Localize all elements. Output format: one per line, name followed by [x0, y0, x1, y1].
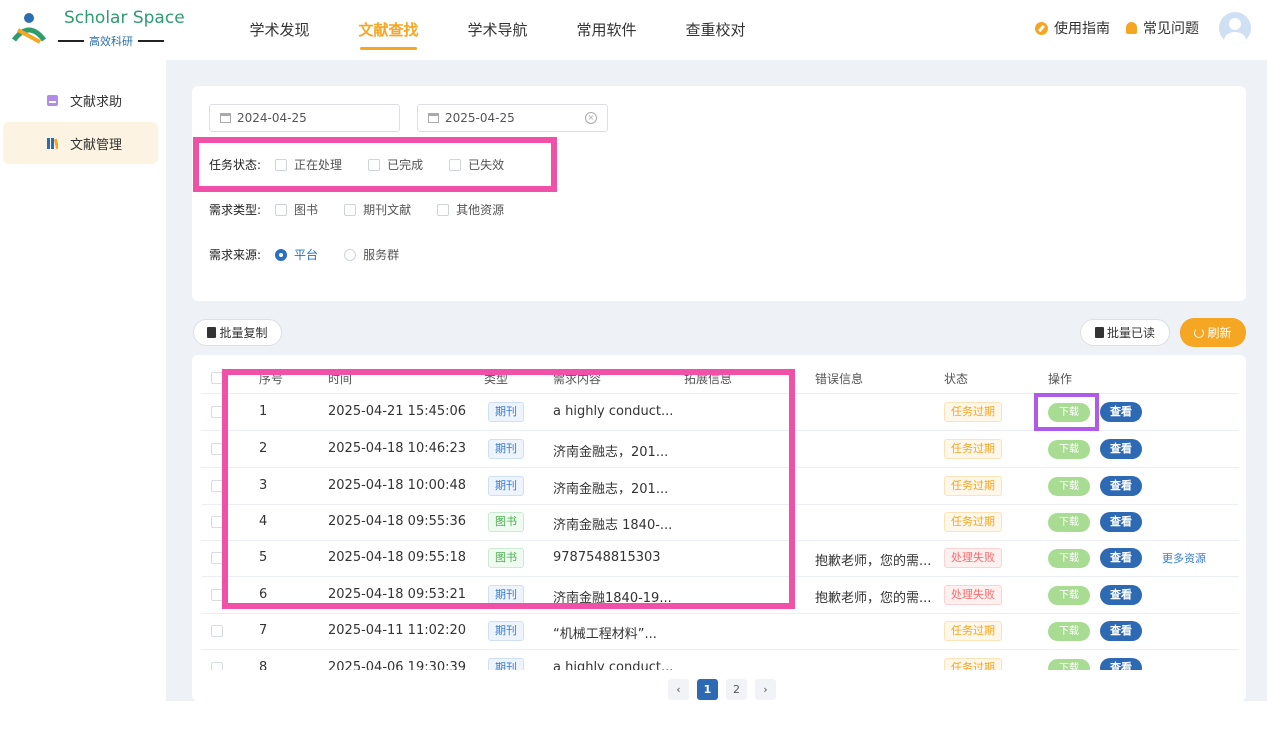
table-rows-highlight	[222, 369, 795, 609]
table-row: 7 2025-04-11 11:02:20 期刊 “机械工程材料”... 任务过…	[201, 613, 1239, 650]
view-button[interactable]: 查看	[1100, 476, 1142, 496]
status-filter-highlight	[193, 137, 557, 192]
type-tag: 期刊	[488, 621, 524, 641]
more-resources-link[interactable]: 更多资源	[1162, 550, 1206, 566]
view-button[interactable]: 查看	[1100, 585, 1142, 605]
download-button[interactable]: 下载	[1048, 477, 1090, 496]
next-page-button[interactable]: ›	[755, 679, 776, 700]
download-button[interactable]: 下载	[1048, 659, 1090, 670]
view-button[interactable]: 查看	[1100, 548, 1142, 568]
download-button[interactable]: 下载	[1048, 549, 1090, 568]
type-tag: 期刊	[488, 658, 524, 670]
pagination: ‹ 1 2 ›	[668, 679, 776, 700]
download-button[interactable]: 下载	[1048, 586, 1090, 605]
status-badge: 任务过期	[944, 658, 1002, 670]
status-badge: 任务过期	[944, 512, 1002, 532]
download-button[interactable]: 下载	[1048, 513, 1090, 532]
download-button[interactable]: 下载	[1048, 622, 1090, 641]
status-badge: 处理失败	[944, 548, 1002, 568]
status-badge: 处理失败	[944, 585, 1002, 605]
download-button[interactable]: 下载	[1048, 440, 1090, 459]
download-button-highlight	[1034, 393, 1099, 431]
view-button[interactable]: 查看	[1100, 439, 1142, 459]
status-badge: 任务过期	[944, 476, 1002, 496]
page-button-1[interactable]: 1	[697, 679, 718, 700]
view-button[interactable]: 查看	[1100, 658, 1142, 670]
status-badge: 任务过期	[944, 402, 1002, 422]
prev-page-button[interactable]: ‹	[668, 679, 689, 700]
view-button[interactable]: 查看	[1100, 512, 1142, 532]
row-checkbox[interactable]	[211, 662, 223, 670]
status-badge: 任务过期	[944, 439, 1002, 459]
row-checkbox[interactable]	[211, 625, 223, 637]
status-badge: 任务过期	[944, 621, 1002, 641]
view-button[interactable]: 查看	[1100, 402, 1142, 422]
page-button-2[interactable]: 2	[726, 679, 747, 700]
view-button[interactable]: 查看	[1100, 621, 1142, 641]
table-row: 8 2025-04-06 19:30:39 期刊 a highly conduc…	[201, 650, 1239, 670]
